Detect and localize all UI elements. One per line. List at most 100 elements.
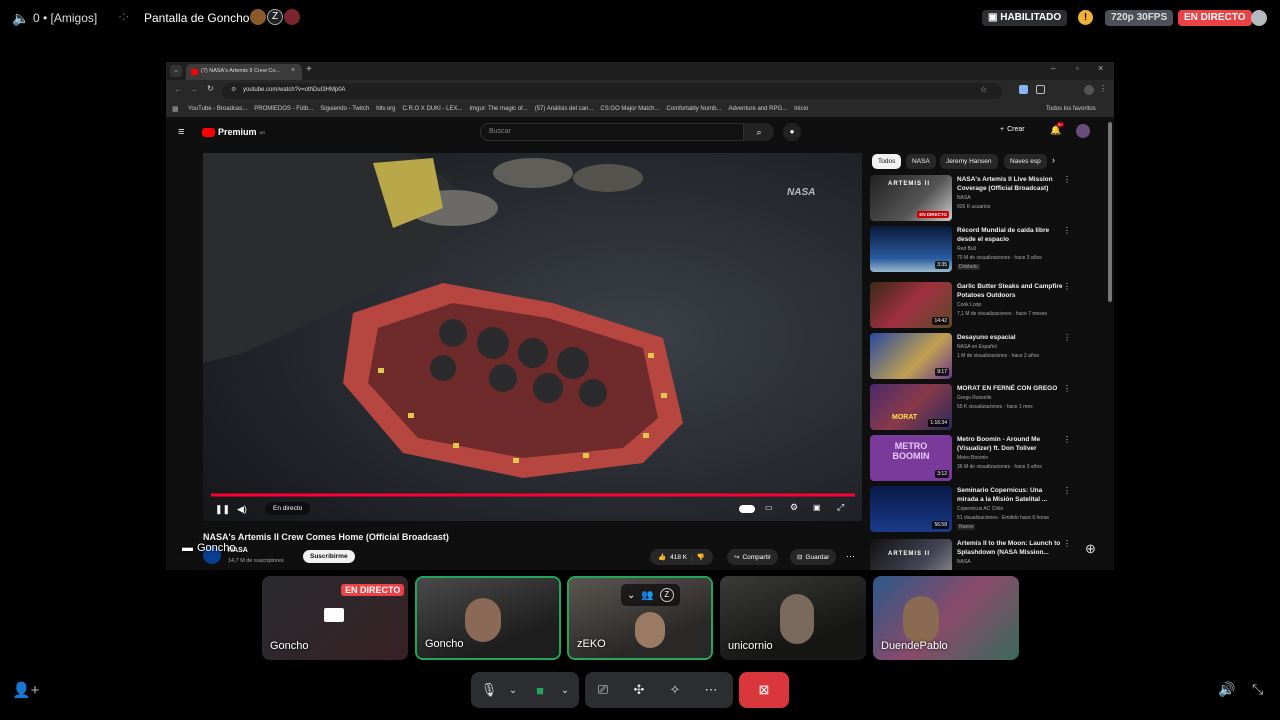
- bookmark-item[interactable]: Adventure and RPG...: [728, 106, 787, 112]
- more-options-icon[interactable]: ⋮: [1063, 175, 1071, 184]
- bookmark-item[interactable]: Comfortably Numb...: [666, 106, 721, 112]
- more-options-icon[interactable]: ⋮: [1063, 435, 1071, 444]
- disconnect-button[interactable]: ⊠: [739, 672, 789, 708]
- list-item[interactable]: 3:35 Récord Mundial de caída libre desde…: [870, 226, 1071, 274]
- shared-screen[interactable]: ⌄ (7) NASA's Artemis II Crew Co... × + –…: [166, 62, 1114, 570]
- all-favorites[interactable]: Todos los favoritos: [1046, 106, 1096, 112]
- camera-button[interactable]: ■: [528, 678, 552, 702]
- list-item[interactable]: 56:58 Seminario Copernicus: Una mirada a…: [870, 486, 1071, 534]
- bookmark-item[interactable]: PROMIEDOS - Fútb...: [254, 106, 313, 112]
- settings-icon[interactable]: ⚙: [790, 502, 798, 513]
- participant-tile[interactable]: unicornio: [720, 576, 866, 660]
- viewer-avatar[interactable]: [250, 9, 266, 25]
- volume-icon[interactable]: ◀): [237, 504, 247, 515]
- zoom-icon[interactable]: ⊕: [1085, 541, 1096, 557]
- more-options-icon[interactable]: ⋮: [1063, 486, 1071, 495]
- chevron-down-icon[interactable]: ⌄: [627, 590, 635, 601]
- apps-grid-icon[interactable]: ▦: [172, 105, 179, 113]
- subtitles-icon[interactable]: ▭: [765, 503, 773, 512]
- bookmark-item[interactable]: Imgur: The magic of...: [469, 106, 527, 112]
- more-options-icon[interactable]: ⋮: [1063, 539, 1071, 548]
- video-player[interactable]: NASA ❚❚ ◀) En directo ▭ ⚙ ▣ ⤢: [203, 153, 862, 521]
- list-item[interactable]: METRO BOOMIN 3:12 Metro Boomin - Around …: [870, 435, 1071, 483]
- invite-user-icon[interactable]: 👤+: [12, 681, 39, 699]
- more-actions-icon[interactable]: ⋯: [846, 551, 855, 562]
- bookmark-item[interactable]: Siguiendo - Twitch: [320, 106, 369, 112]
- bookmark-item[interactable]: C.R.O X DUKI - LEX...: [402, 106, 462, 112]
- warning-icon[interactable]: !: [1078, 10, 1093, 25]
- volume-icon[interactable]: 🔊: [1218, 681, 1235, 698]
- extensions-icon[interactable]: [1036, 85, 1045, 94]
- minimize-icon[interactable]: –: [1051, 64, 1055, 73]
- autoplay-toggle[interactable]: [739, 505, 755, 513]
- quality-badge[interactable]: 720p 30FPS: [1105, 10, 1174, 26]
- camera-options-chevron-icon[interactable]: ⌄: [553, 678, 577, 702]
- zeko-avatar[interactable]: Z: [659, 588, 674, 602]
- reload-icon[interactable]: ↻: [207, 84, 214, 93]
- live-indicator[interactable]: En directo: [265, 502, 311, 515]
- mic-options-chevron-icon[interactable]: ⌄: [501, 678, 525, 702]
- add-friend-icon[interactable]: 👥: [641, 590, 653, 601]
- bookmark-item[interactable]: hltv.org: [376, 106, 395, 112]
- more-options-icon[interactable]: ⋮: [1063, 333, 1071, 342]
- participant-tile[interactable]: EN DIRECTO Goncho: [262, 576, 408, 660]
- viewer-avatar[interactable]: [284, 9, 300, 25]
- chip-naves[interactable]: Naves esp: [1004, 154, 1047, 169]
- soundboard-button[interactable]: ✧: [663, 678, 687, 702]
- chip-jeremy-hansen[interactable]: Jeremy Hansen: [940, 154, 998, 169]
- bookmark-item[interactable]: YouTube - Broadcas...: [188, 106, 247, 112]
- activities-button[interactable]: ✣: [627, 678, 651, 702]
- participant-tile[interactable]: DuendePablo: [873, 576, 1019, 660]
- profile-avatar[interactable]: [1084, 85, 1094, 95]
- search-button[interactable]: ⌕: [744, 123, 774, 141]
- participant-tile[interactable]: ⌄ 👥 Z zEKO: [567, 576, 713, 660]
- extension-icon[interactable]: [1019, 85, 1028, 94]
- chevron-right-icon[interactable]: ›: [1052, 155, 1055, 165]
- tab-search-icon[interactable]: ⌄: [170, 65, 182, 77]
- hamburger-menu-icon[interactable]: ≡: [178, 126, 184, 138]
- list-item[interactable]: ARTEMIS II EN DIRECTO NASA's Artemis II …: [870, 175, 1071, 223]
- subscribe-button[interactable]: Suscribirme: [303, 550, 355, 563]
- save-button[interactable]: ⊟ Guardar: [790, 549, 837, 565]
- youtube-logo[interactable]: Premium AR: [202, 127, 265, 137]
- list-item[interactable]: 14:42 Garlic Butter Steaks and Campfire …: [870, 282, 1071, 330]
- share-button[interactable]: ↪ Compartir: [727, 549, 778, 565]
- voice-search-button[interactable]: ●: [783, 123, 801, 141]
- list-item[interactable]: MORAT 1:16:34 MORAT EN FERNÉ CON GREGO G…: [870, 384, 1071, 432]
- microphone-button[interactable]: 🎙: [477, 678, 501, 702]
- close-tab-icon[interactable]: ×: [291, 67, 295, 74]
- page-scrollbar[interactable]: [1108, 122, 1112, 302]
- forward-icon[interactable]: →: [190, 85, 198, 94]
- account-avatar[interactable]: [1076, 124, 1090, 138]
- miniplayer-icon[interactable]: ▣: [813, 503, 821, 512]
- speaker-muted-icon[interactable]: 🔈: [12, 10, 29, 27]
- viewer-avatar[interactable]: Z: [267, 9, 283, 25]
- more-options-button[interactable]: ⋯: [699, 678, 723, 702]
- list-item[interactable]: 9:17 Desayuno espacial NASA en Español 1…: [870, 333, 1071, 381]
- create-button[interactable]: + Crear: [1000, 126, 1025, 133]
- bookmark-star-icon[interactable]: ☆: [980, 85, 987, 94]
- back-icon[interactable]: ←: [174, 85, 182, 94]
- chip-nasa[interactable]: NASA: [906, 154, 936, 169]
- more-options-icon[interactable]: ⋮: [1063, 384, 1071, 393]
- participant-tile[interactable]: Goncho: [415, 576, 561, 660]
- thumbs-down-icon[interactable]: 👎: [697, 553, 705, 561]
- url-field[interactable]: ⚙ youtube.com/watch?v=othDuI3HMp0A ☆: [222, 83, 1002, 99]
- bookmark-item[interactable]: Inicio: [794, 106, 808, 112]
- more-options-icon[interactable]: ⋮: [1063, 226, 1071, 235]
- new-tab-icon[interactable]: +: [306, 64, 312, 75]
- chip-all[interactable]: Todos: [872, 154, 902, 169]
- browser-tab[interactable]: (7) NASA's Artemis II Crew Co... ×: [186, 64, 302, 80]
- search-input[interactable]: Buscar: [480, 123, 744, 141]
- list-item[interactable]: ARTEMIS II Artemis II to the Moon: Launc…: [870, 539, 1071, 570]
- screen-share-button[interactable]: ⎚: [591, 678, 615, 702]
- like-button[interactable]: 👍 418 K | 👎: [650, 549, 713, 565]
- bookmark-item[interactable]: CS:GO Major Match...: [600, 106, 659, 112]
- chat-icon[interactable]: [1251, 10, 1267, 26]
- more-options-icon[interactable]: ⋮: [1063, 282, 1071, 291]
- exit-fullscreen-icon[interactable]: ⤡: [1252, 681, 1263, 698]
- fullscreen-icon[interactable]: ⤢: [837, 502, 844, 513]
- close-window-icon[interactable]: ×: [1098, 63, 1103, 73]
- bookmark-item[interactable]: (57) Análisis del can...: [535, 106, 594, 112]
- restore-icon[interactable]: ▫: [1076, 64, 1079, 73]
